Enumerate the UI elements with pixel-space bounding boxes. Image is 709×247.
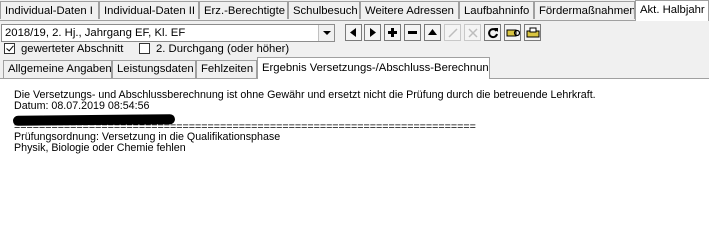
first-record-button[interactable] — [345, 24, 362, 41]
refresh-icon — [487, 27, 498, 38]
edit-button[interactable] — [444, 24, 461, 41]
add-button[interactable] — [384, 24, 401, 41]
collapse-button[interactable] — [424, 24, 441, 41]
halbjahr-select-value: 2018/19, 2. Hj., Jahrgang EF, Kl. EF — [5, 27, 186, 39]
date-line: Datum: 08.07.2019 08:54:56 — [14, 99, 150, 112]
zweiter-durchgang-label: 2. Durchgang (oder höher) — [156, 43, 290, 55]
redaction-mark — [12, 114, 176, 126]
tab-akt-halbjahr[interactable]: Akt. Halbjahr — [635, 0, 709, 21]
cancel-icon — [467, 27, 478, 38]
tab-laufbahninfo[interactable]: Laufbahninfo — [459, 1, 534, 19]
tab-foerdermassnahmen[interactable]: Fördermaßnahmen — [534, 1, 635, 19]
gewerteter-abschnitt-checkbox[interactable]: gewerteter Abschnitt — [4, 42, 123, 56]
tab-fehlzeiten[interactable]: Fehlzeiten — [196, 60, 257, 78]
remove-icon — [408, 31, 417, 34]
checkbox-checked-icon — [4, 43, 15, 54]
chevron-down-icon[interactable] — [318, 25, 334, 41]
main-tab-strip: Individual-Daten I Individual-Daten II E… — [0, 0, 709, 21]
tab-erziehungsberechtigte[interactable]: Erz.-Berechtigte — [199, 1, 288, 19]
tab-schulbesuch[interactable]: Schulbesuch — [288, 1, 360, 19]
tab-individual-daten-2[interactable]: Individual-Daten II — [99, 1, 199, 19]
disclaimer-line: Die Versetzungs- und Abschlussberechnung… — [14, 89, 596, 101]
print-button[interactable] — [524, 24, 541, 41]
refresh-button[interactable] — [484, 24, 501, 41]
remove-button[interactable] — [404, 24, 421, 41]
tab-allgemeine-angaben[interactable]: Allgemeine Angaben — [3, 60, 112, 78]
cancel-button[interactable] — [464, 24, 481, 41]
collapse-icon — [428, 29, 437, 35]
tab-weitere-adressen[interactable]: Weitere Adressen — [360, 1, 459, 19]
print-preview-button[interactable] — [504, 24, 521, 41]
next-record-button[interactable] — [364, 24, 381, 41]
print-icon — [526, 27, 539, 37]
add-icon — [388, 28, 397, 37]
first-record-icon — [350, 28, 356, 37]
gewerteter-abschnitt-label: gewerteter Abschnitt — [21, 43, 124, 55]
halbjahr-select[interactable]: 2018/19, 2. Hj., Jahrgang EF, Kl. EF — [1, 24, 335, 42]
next-record-icon — [370, 28, 376, 37]
missing-subjects-line: Physik, Biologie oder Chemie fehlen — [14, 141, 186, 154]
tab-ergebnis-versetzung[interactable]: Ergebnis Versetzungs-/Abschluss-Berechnu… — [257, 57, 490, 79]
result-panel: Die Versetzungs- und Abschlussberechnung… — [0, 78, 709, 247]
edit-icon — [447, 27, 458, 38]
print-preview-icon — [506, 29, 520, 36]
zweiter-durchgang-checkbox[interactable]: 2. Durchgang (oder höher) — [139, 42, 289, 56]
tab-leistungsdaten[interactable]: Leistungsdaten — [112, 60, 196, 78]
tab-individual-daten-1[interactable]: Individual-Daten I — [0, 1, 99, 19]
checkbox-unchecked-icon — [139, 43, 150, 54]
